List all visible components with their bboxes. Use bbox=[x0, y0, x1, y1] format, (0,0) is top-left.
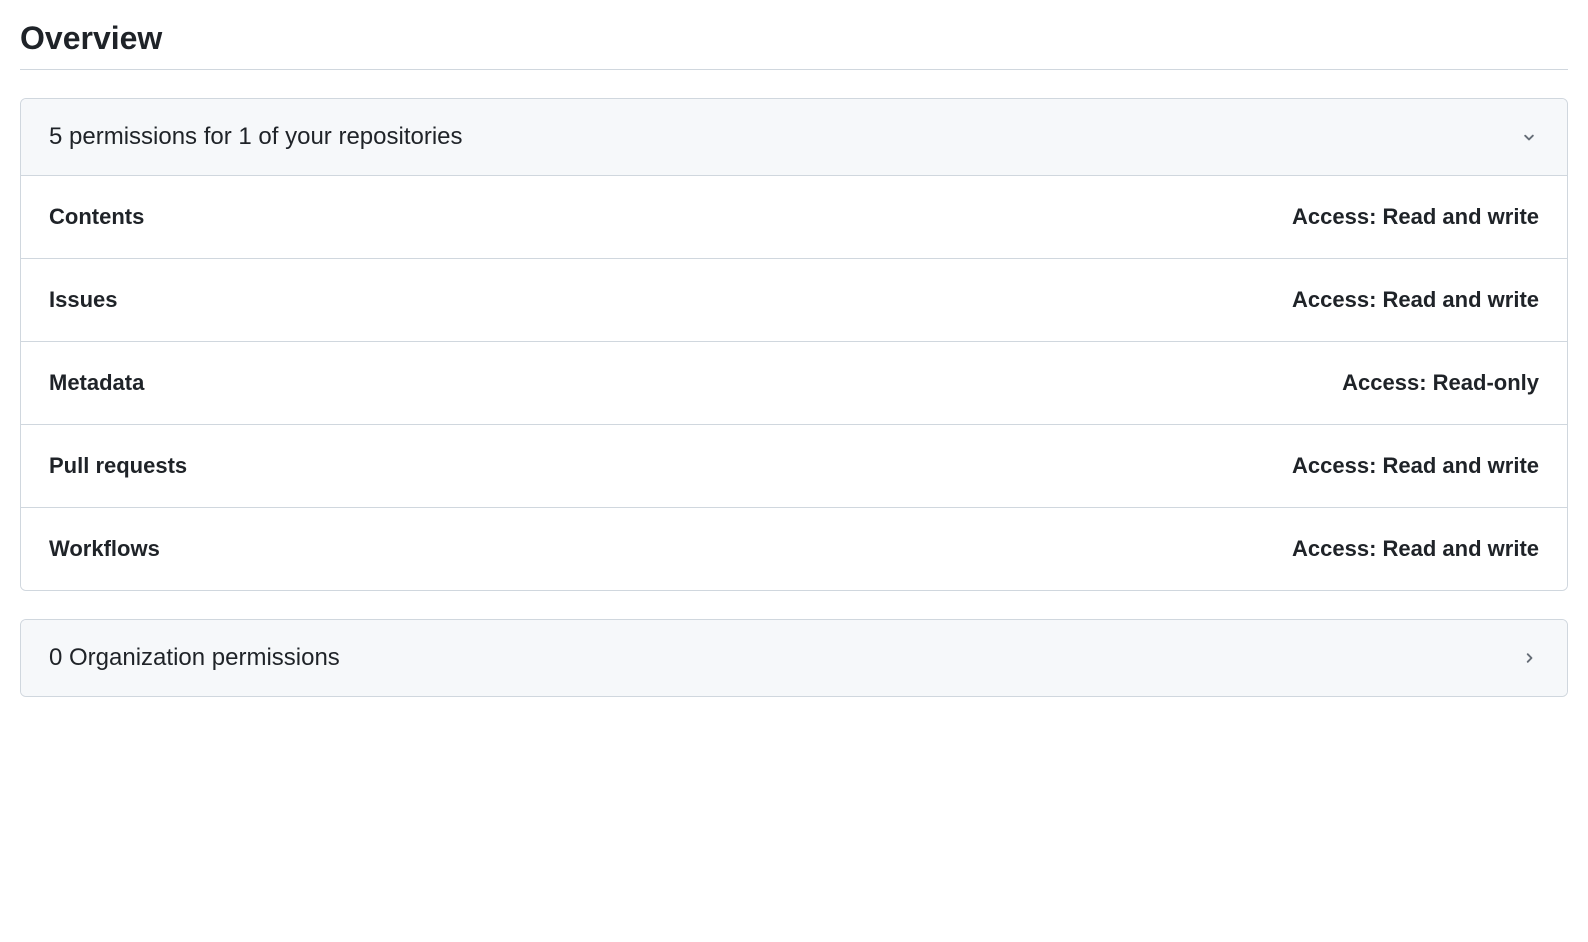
permission-access: Access: Read and write bbox=[1292, 453, 1539, 479]
permission-row: Workflows Access: Read and write bbox=[21, 508, 1567, 590]
organization-permissions-panel: 0 Organization permissions bbox=[20, 619, 1568, 697]
permission-row: Metadata Access: Read-only bbox=[21, 342, 1567, 425]
permission-access: Access: Read and write bbox=[1292, 204, 1539, 230]
permission-row: Contents Access: Read and write bbox=[21, 176, 1567, 259]
repository-permissions-header-text: 5 permissions for 1 of your repositories bbox=[49, 123, 463, 151]
chevron-right-icon bbox=[1519, 648, 1539, 668]
chevron-down-icon bbox=[1519, 127, 1539, 147]
repository-permissions-panel: 5 permissions for 1 of your repositories… bbox=[20, 98, 1568, 591]
permission-name: Metadata bbox=[49, 370, 144, 396]
organization-permissions-header-text: 0 Organization permissions bbox=[49, 644, 340, 672]
permission-name: Pull requests bbox=[49, 453, 187, 479]
title-divider bbox=[20, 69, 1568, 70]
permission-access: Access: Read-only bbox=[1342, 370, 1539, 396]
permission-access: Access: Read and write bbox=[1292, 536, 1539, 562]
page-title: Overview bbox=[20, 20, 1568, 69]
permission-row: Issues Access: Read and write bbox=[21, 259, 1567, 342]
permission-row: Pull requests Access: Read and write bbox=[21, 425, 1567, 508]
permission-name: Contents bbox=[49, 204, 144, 230]
permissions-list: Contents Access: Read and write Issues A… bbox=[21, 176, 1567, 590]
repository-permissions-header[interactable]: 5 permissions for 1 of your repositories bbox=[21, 99, 1567, 176]
permission-access: Access: Read and write bbox=[1292, 287, 1539, 313]
permission-name: Workflows bbox=[49, 536, 160, 562]
organization-permissions-header[interactable]: 0 Organization permissions bbox=[21, 620, 1567, 696]
permission-name: Issues bbox=[49, 287, 118, 313]
